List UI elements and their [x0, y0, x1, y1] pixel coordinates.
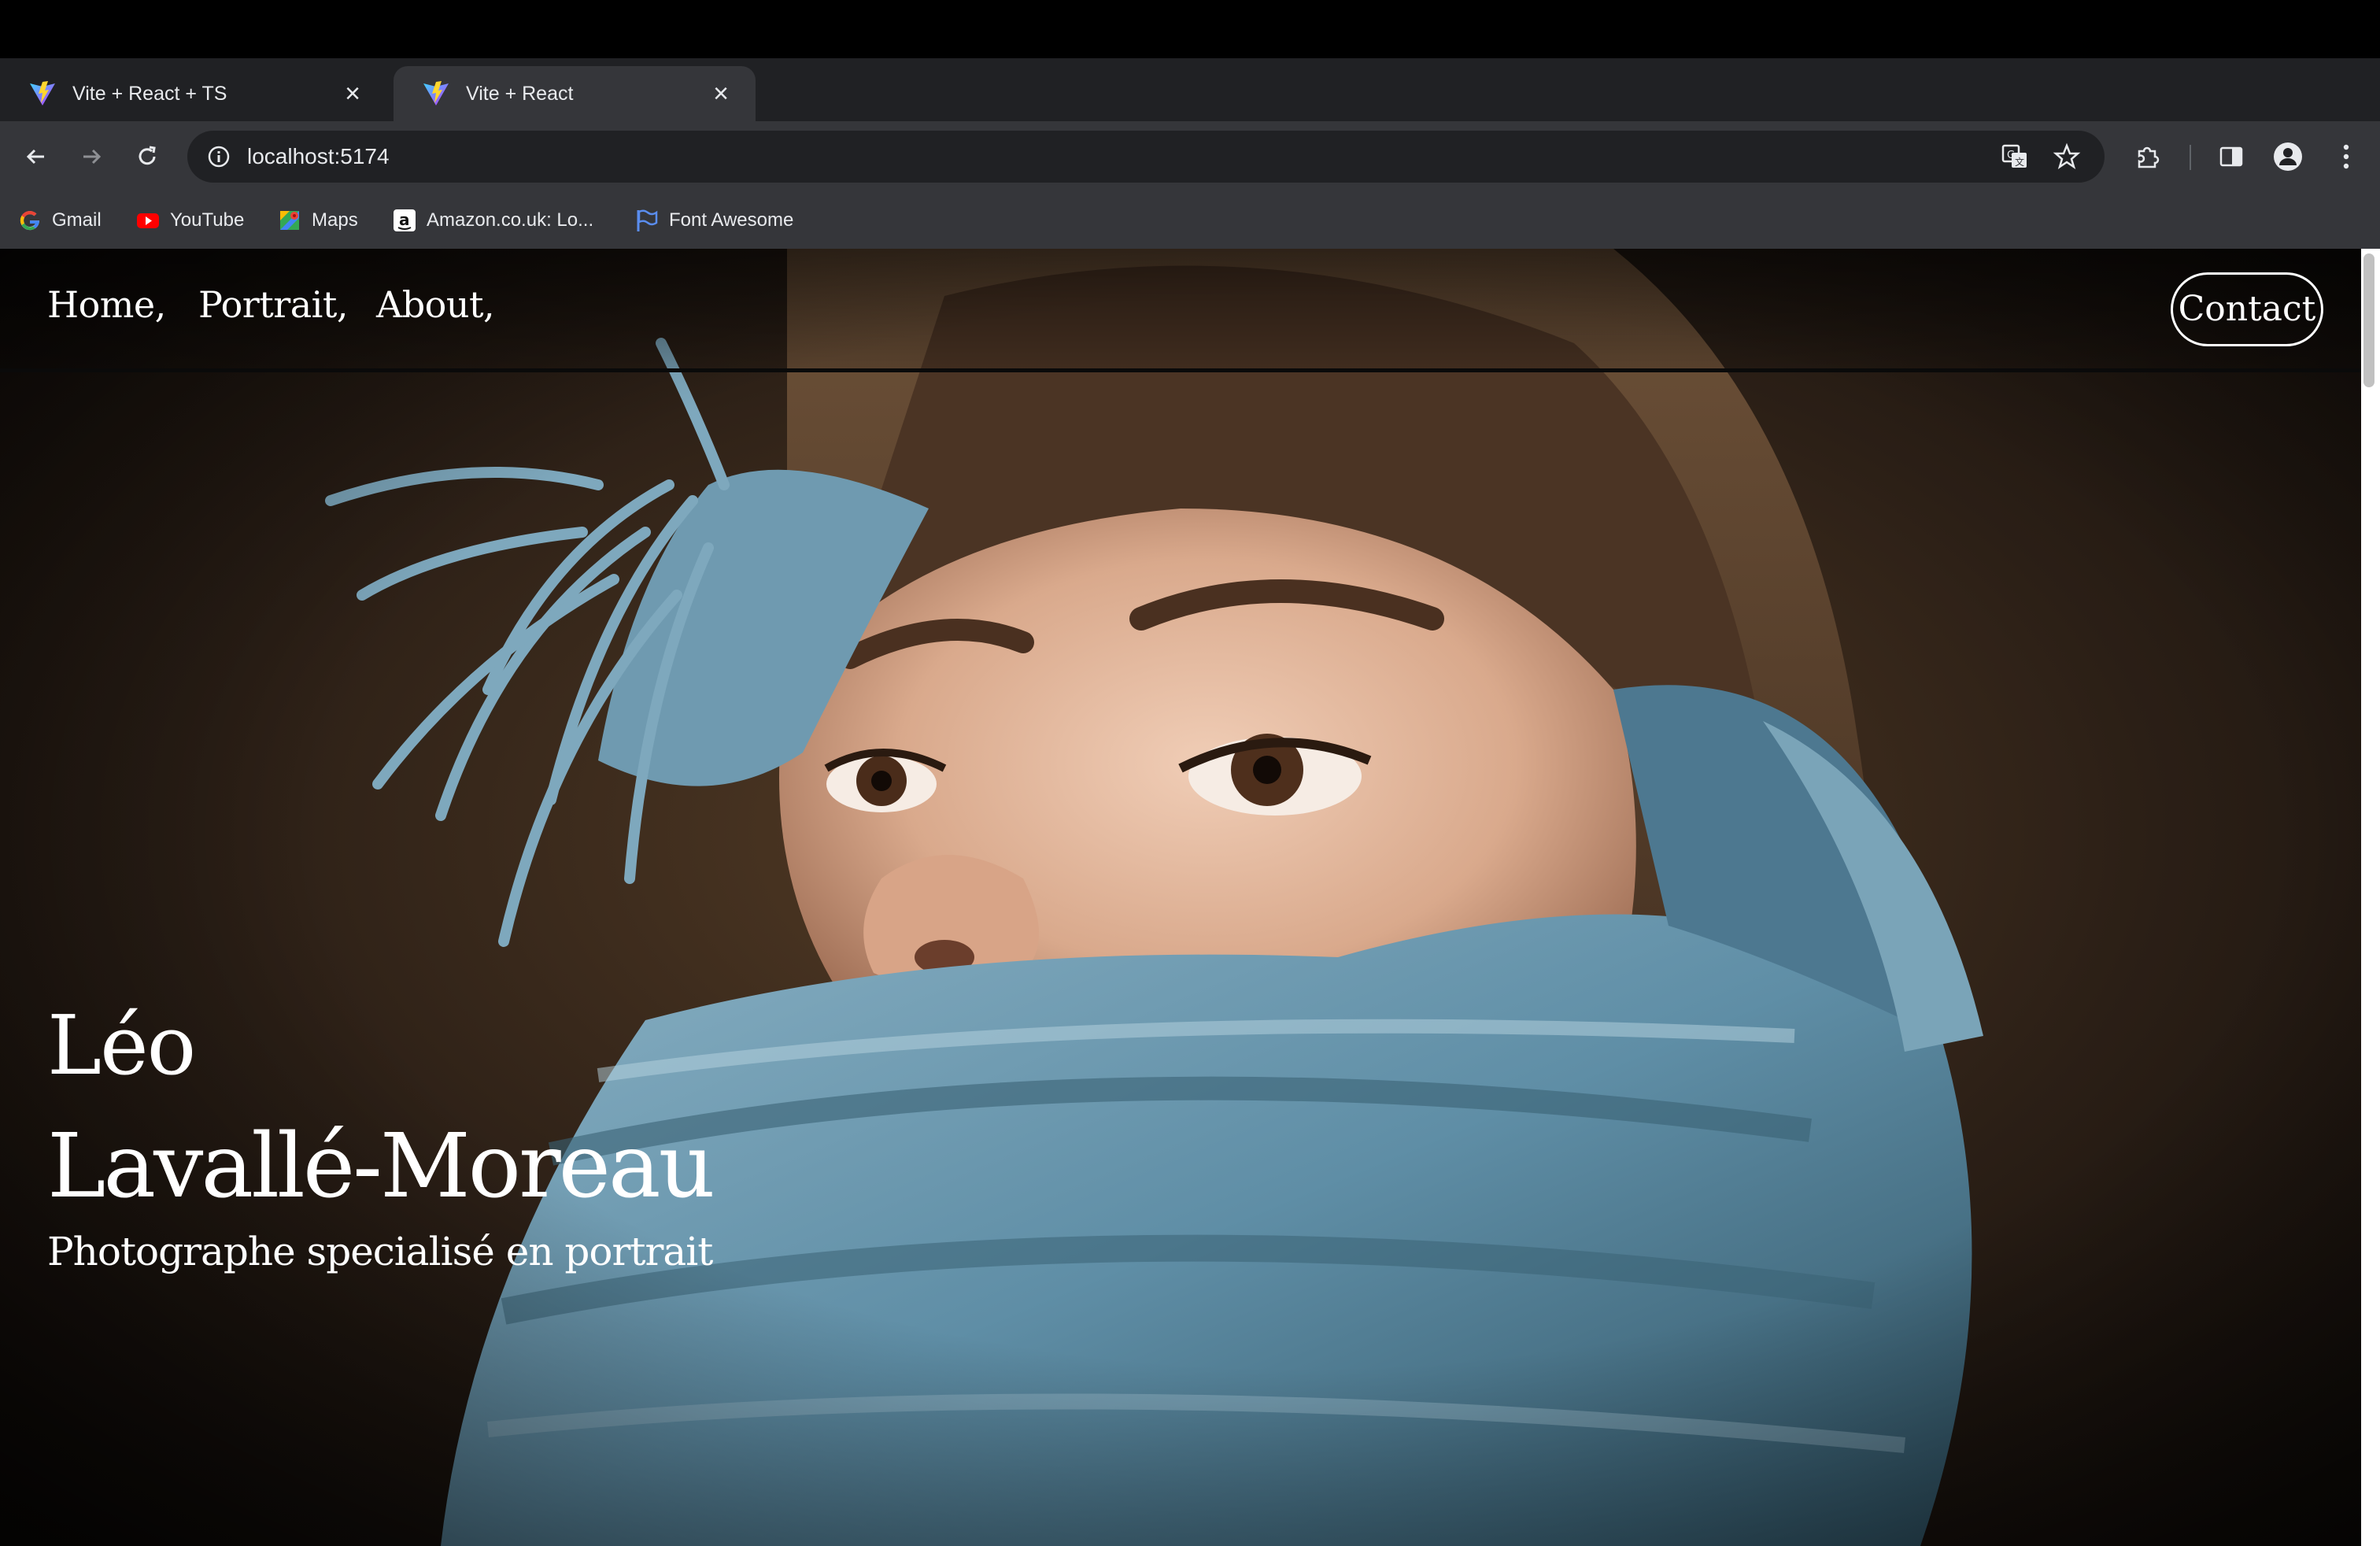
url-text: localhost:5174	[247, 144, 390, 168]
reload-icon	[139, 146, 156, 165]
address-bar[interactable]: localhost:5174 G文	[187, 131, 2105, 183]
site-navigation: Home, Portrait, About, Contact	[0, 249, 2361, 370]
menu-kebab-icon[interactable]	[2326, 137, 2366, 176]
bookmark-maps[interactable]: Maps	[277, 192, 358, 249]
window-top-bar	[0, 0, 2380, 58]
arrow-left-icon	[26, 149, 44, 165]
nav-divider	[0, 368, 2361, 372]
vite-logo-icon	[30, 81, 55, 105]
youtube-icon	[137, 213, 159, 228]
bookmark-label: Gmail	[52, 209, 102, 231]
forward-button[interactable]	[72, 137, 112, 176]
bookmark-star-icon[interactable]	[2051, 141, 2082, 172]
nav-link-home[interactable]: Home,	[47, 282, 166, 327]
browser-toolbar: localhost:5174 G文	[0, 121, 2380, 192]
font-awesome-flag-icon	[637, 209, 658, 231]
site-info-icon[interactable]	[203, 141, 235, 172]
translate-icon[interactable]: G文	[1999, 141, 2031, 172]
extensions-puzzle-icon[interactable]	[2128, 137, 2168, 176]
svg-text:G: G	[2007, 150, 2015, 161]
bookmark-youtube[interactable]: YouTube	[135, 192, 244, 249]
page-viewport: Home, Portrait, About, Contact Léo Laval…	[0, 249, 2361, 1546]
scrollbar-thumb[interactable]	[2363, 253, 2374, 387]
nav-link-portrait[interactable]: Portrait,	[198, 282, 349, 327]
bookmarks-bar: Gmail YouTube Maps a Amazon.co.uk: Lo...…	[0, 192, 2380, 249]
tab-title: Vite + React	[466, 82, 574, 105]
photographer-last-name: Lavallé-Moreau	[47, 1115, 715, 1218]
svg-text:文: 文	[2015, 156, 2024, 168]
bookmark-label: Amazon.co.uk: Lo...	[427, 209, 594, 231]
close-icon[interactable]: ×	[338, 80, 367, 108]
bookmark-label: Font Awesome	[669, 209, 794, 231]
google-icon	[20, 211, 39, 231]
bookmark-font-awesome[interactable]: Font Awesome	[634, 192, 793, 249]
amazon-icon: a	[394, 209, 416, 231]
page-scrollbar[interactable]	[2361, 249, 2380, 1546]
tab-strip: Vite + React + TS × Vite + React × +	[0, 58, 2380, 170]
side-panel-icon[interactable]	[2212, 137, 2251, 176]
hero-portrait-image	[0, 249, 2361, 1546]
contact-button[interactable]: Contact	[2171, 272, 2323, 346]
tab-title: Vite + React + TS	[72, 82, 227, 105]
photographer-first-name: Léo	[47, 997, 196, 1093]
bookmark-label: Maps	[312, 209, 358, 231]
tab-vite-react[interactable]: Vite + React ×	[394, 66, 756, 121]
nav-link-about[interactable]: About,	[376, 282, 495, 327]
back-button[interactable]	[16, 137, 55, 176]
profile-avatar-icon[interactable]	[2268, 137, 2308, 176]
close-icon[interactable]: ×	[707, 80, 735, 108]
svg-text:a: a	[399, 210, 410, 229]
vite-logo-icon	[423, 81, 449, 105]
tab-vite-react-ts[interactable]: Vite + React + TS ×	[0, 66, 387, 121]
bookmark-gmail[interactable]: Gmail	[17, 192, 102, 249]
toolbar-separator	[2190, 145, 2191, 170]
bookmark-amazon[interactable]: a Amazon.co.uk: Lo...	[392, 192, 593, 249]
bookmark-label: YouTube	[170, 209, 245, 231]
arrow-right-icon	[83, 149, 102, 165]
hero-tagline: Photographe specialisé en portrait	[47, 1229, 713, 1274]
reload-button[interactable]	[128, 137, 167, 176]
maps-icon	[280, 211, 299, 230]
